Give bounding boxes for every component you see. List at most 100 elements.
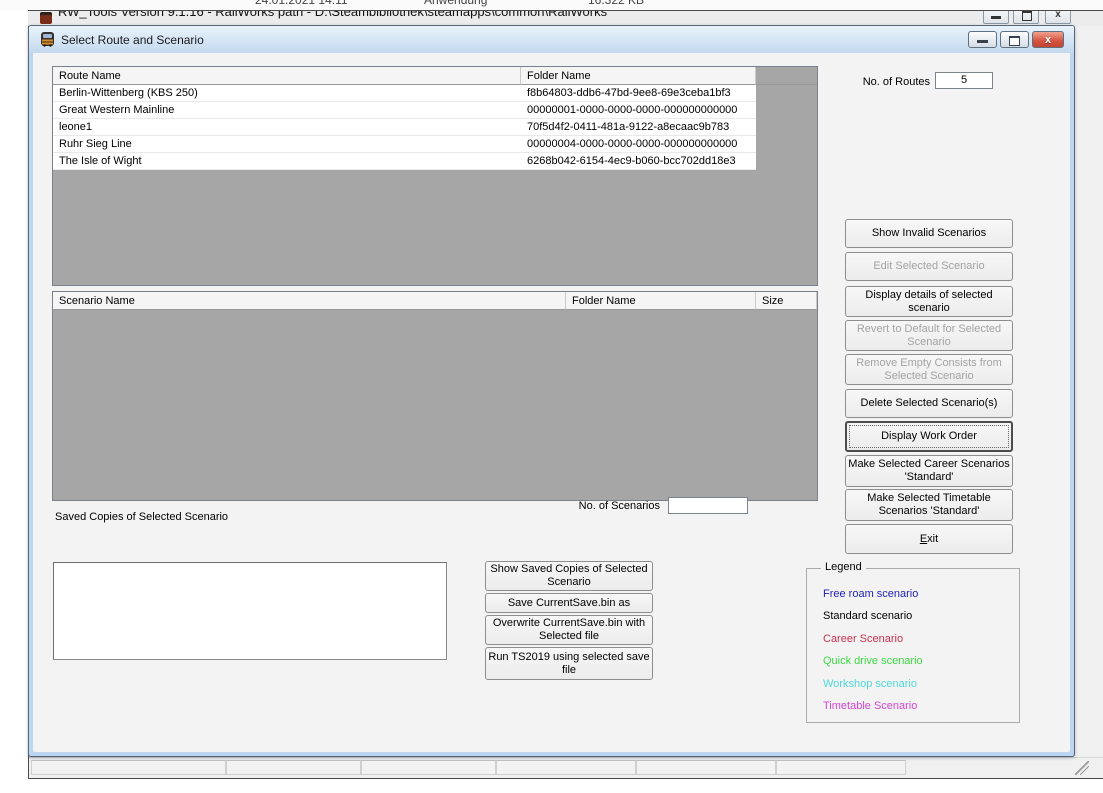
button-label: Delete Selected Scenario(s) <box>860 397 998 409</box>
overwrite-currentsave-button[interactable]: Overwrite CurrentSave.bin with Selected … <box>485 615 653 645</box>
button-label: Show Saved Copies of Selected Scenario <box>490 563 648 588</box>
legend-career: Career Scenario <box>823 633 904 645</box>
route-folder-cell: 70f5d4f2-0411-481a-9122-a8ecaac9b783 <box>527 121 730 133</box>
route-row[interactable]: The Isle of Wight 6268b042-6154-4ec9-b06… <box>53 153 756 170</box>
status-bar <box>29 757 1103 778</box>
status-panel <box>776 760 906 775</box>
legend-free-roam: Free roam scenario <box>823 588 919 600</box>
route-list-header: Route Name Folder Name <box>53 67 817 85</box>
button-label: Make Selected Timetable Scenarios 'Stand… <box>867 492 991 517</box>
status-panel <box>496 760 636 775</box>
explorer-file-type: Anwendung <box>424 0 488 7</box>
route-folder-cell: 6268b042-6154-4ec9-b060-bcc702dd18e3 <box>527 155 736 167</box>
route-folder-cell: f8b64803-ddb6-47bd-9ee8-69e3ceba1bf3 <box>527 87 731 99</box>
legend-title: Legend <box>821 561 866 573</box>
route-list[interactable]: Route Name Folder Name Berlin-Wittenberg… <box>52 66 818 286</box>
screen: 24.01.2021 14:11 Anwendung 16.322 KB RW_… <box>0 0 1103 793</box>
show-saved-copies-button[interactable]: Show Saved Copies of Selected Scenario <box>485 561 653 591</box>
make-timetable-standard-button[interactable]: Make Selected Timetable Scenarios 'Stand… <box>845 489 1013 521</box>
route-name-column-header[interactable]: Route Name <box>53 67 521 85</box>
scenario-name-column-header[interactable]: Scenario Name <box>53 292 566 310</box>
scenarios-count-field[interactable] <box>668 497 748 514</box>
minimize-icon <box>991 16 1001 19</box>
button-label: Edit Selected Scenario <box>873 260 985 272</box>
display-details-button[interactable]: Display details of selected scenario <box>845 286 1013 317</box>
button-label: Overwrite CurrentSave.bin with Selected … <box>492 617 646 642</box>
route-row[interactable]: Ruhr Sieg Line 00000004-0000-0000-0000-0… <box>53 136 756 153</box>
folder-name-column-header[interactable]: Folder Name <box>521 67 756 85</box>
dialog-maximize-button[interactable] <box>1000 31 1029 48</box>
saved-copies-listbox[interactable] <box>53 562 447 660</box>
background-explorer-strip: 24.01.2021 14:11 Anwendung 16.322 KB <box>0 0 1103 10</box>
train-icon <box>41 32 54 47</box>
app-icon <box>40 12 52 24</box>
scenario-list[interactable]: Scenario Name Folder Name Size <box>52 291 818 501</box>
edit-selected-scenario-button: Edit Selected Scenario <box>845 252 1013 281</box>
make-career-standard-button[interactable]: Make Selected Career Scenarios 'Standard… <box>845 455 1013 487</box>
revert-to-default-button: Revert to Default for Selected Scenario <box>845 320 1013 351</box>
route-row[interactable]: leone1 70f5d4f2-0411-481a-9122-a8ecaac9b… <box>53 119 756 136</box>
close-button[interactable]: x <box>1045 11 1071 24</box>
status-panel <box>31 760 226 775</box>
routes-count-field[interactable]: 5 <box>935 72 993 89</box>
close-icon: x <box>1055 11 1061 20</box>
dialog-minimize-button[interactable] <box>968 31 997 48</box>
explorer-file-date: 24.01.2021 14:11 <box>255 0 348 7</box>
button-label: Make Selected Career Scenarios 'Standard… <box>848 458 1010 483</box>
legend-timetable: Timetable Scenario <box>823 700 918 712</box>
status-panel <box>361 760 496 775</box>
route-name-cell: leone1 <box>59 121 93 133</box>
button-label: Exit <box>919 532 939 545</box>
desktop-background <box>0 779 1103 793</box>
legend-standard: Standard scenario <box>823 610 913 622</box>
route-name-cell: Berlin-Wittenberg (KBS 250) <box>59 87 198 99</box>
legend-workshop: Workshop scenario <box>823 678 917 690</box>
route-row[interactable]: Berlin-Wittenberg (KBS 250) f8b64803-ddb… <box>53 85 756 102</box>
save-currentsave-button[interactable]: Save CurrentSave.bin as <box>485 593 653 613</box>
exit-button[interactable]: Exit <box>845 524 1013 554</box>
button-label: Display Work Order <box>881 430 977 442</box>
button-label: Show Invalid Scenarios <box>871 227 987 239</box>
explorer-file-size: 16.322 KB <box>588 0 645 7</box>
show-invalid-scenarios-button[interactable]: Show Invalid Scenarios <box>845 219 1013 248</box>
scenarios-count-label: No. of Scenarios <box>578 500 660 512</box>
status-panel <box>636 760 776 775</box>
close-icon: x <box>1044 34 1052 46</box>
legend-quick-drive: Quick drive scenario <box>823 655 923 667</box>
routes-count-label: No. of Routes <box>862 76 930 88</box>
minimize-button[interactable] <box>983 11 1009 24</box>
button-label: Display details of selected scenario <box>865 288 993 314</box>
route-name-cell: Ruhr Sieg Line <box>59 138 132 150</box>
saved-copies-label: Saved Copies of Selected Scenario <box>55 511 229 523</box>
maximize-button[interactable] <box>1013 11 1039 24</box>
display-work-order-button[interactable]: Display Work Order <box>845 421 1013 452</box>
route-row[interactable]: Great Western Mainline 00000001-0000-000… <box>53 102 756 119</box>
route-folder-cell: 00000004-0000-0000-0000-000000000000 <box>527 138 738 150</box>
button-label: Save CurrentSave.bin as <box>507 596 631 609</box>
minimize-icon <box>977 40 988 43</box>
delete-selected-scenarios-button[interactable]: Delete Selected Scenario(s) <box>845 389 1013 418</box>
route-folder-cell: 00000001-0000-0000-0000-000000000000 <box>527 104 738 116</box>
size-column-header[interactable]: Size <box>756 292 817 310</box>
dialog-titlebar: Select Route and Scenario x <box>29 26 1074 53</box>
button-label: Remove Empty Consists from Selected Scen… <box>856 356 1002 382</box>
route-rows: Berlin-Wittenberg (KBS 250) f8b64803-ddb… <box>53 85 756 170</box>
header-filler <box>756 67 817 85</box>
button-label: Run TS2019 using selected save file <box>488 650 650 676</box>
route-name-cell: Great Western Mainline <box>59 104 175 116</box>
background-window-title: RW_Tools Version 9.1.16 - RailWorks path… <box>58 11 608 19</box>
maximize-icon <box>1009 36 1020 46</box>
scenario-list-header: Scenario Name Folder Name Size <box>53 292 817 310</box>
status-panel <box>226 760 361 775</box>
background-window-titlebar: RW_Tools Version 9.1.16 - RailWorks path… <box>28 11 1103 26</box>
run-ts2019-button[interactable]: Run TS2019 using selected save file <box>485 647 653 680</box>
route-name-cell: The Isle of Wight <box>59 155 142 167</box>
dialog-title: Select Route and Scenario <box>61 33 204 47</box>
folder-name-column-header[interactable]: Folder Name <box>566 292 756 310</box>
legend-groupbox: Legend Free roam scenario Standard scena… <box>806 561 1020 723</box>
dialog-close-button[interactable]: x <box>1032 31 1064 48</box>
remove-empty-consists-button: Remove Empty Consists from Selected Scen… <box>845 354 1013 385</box>
button-label: Revert to Default for Selected Scenario <box>856 322 1002 348</box>
resize-grip[interactable] <box>1075 761 1089 775</box>
maximize-icon <box>1022 11 1032 21</box>
